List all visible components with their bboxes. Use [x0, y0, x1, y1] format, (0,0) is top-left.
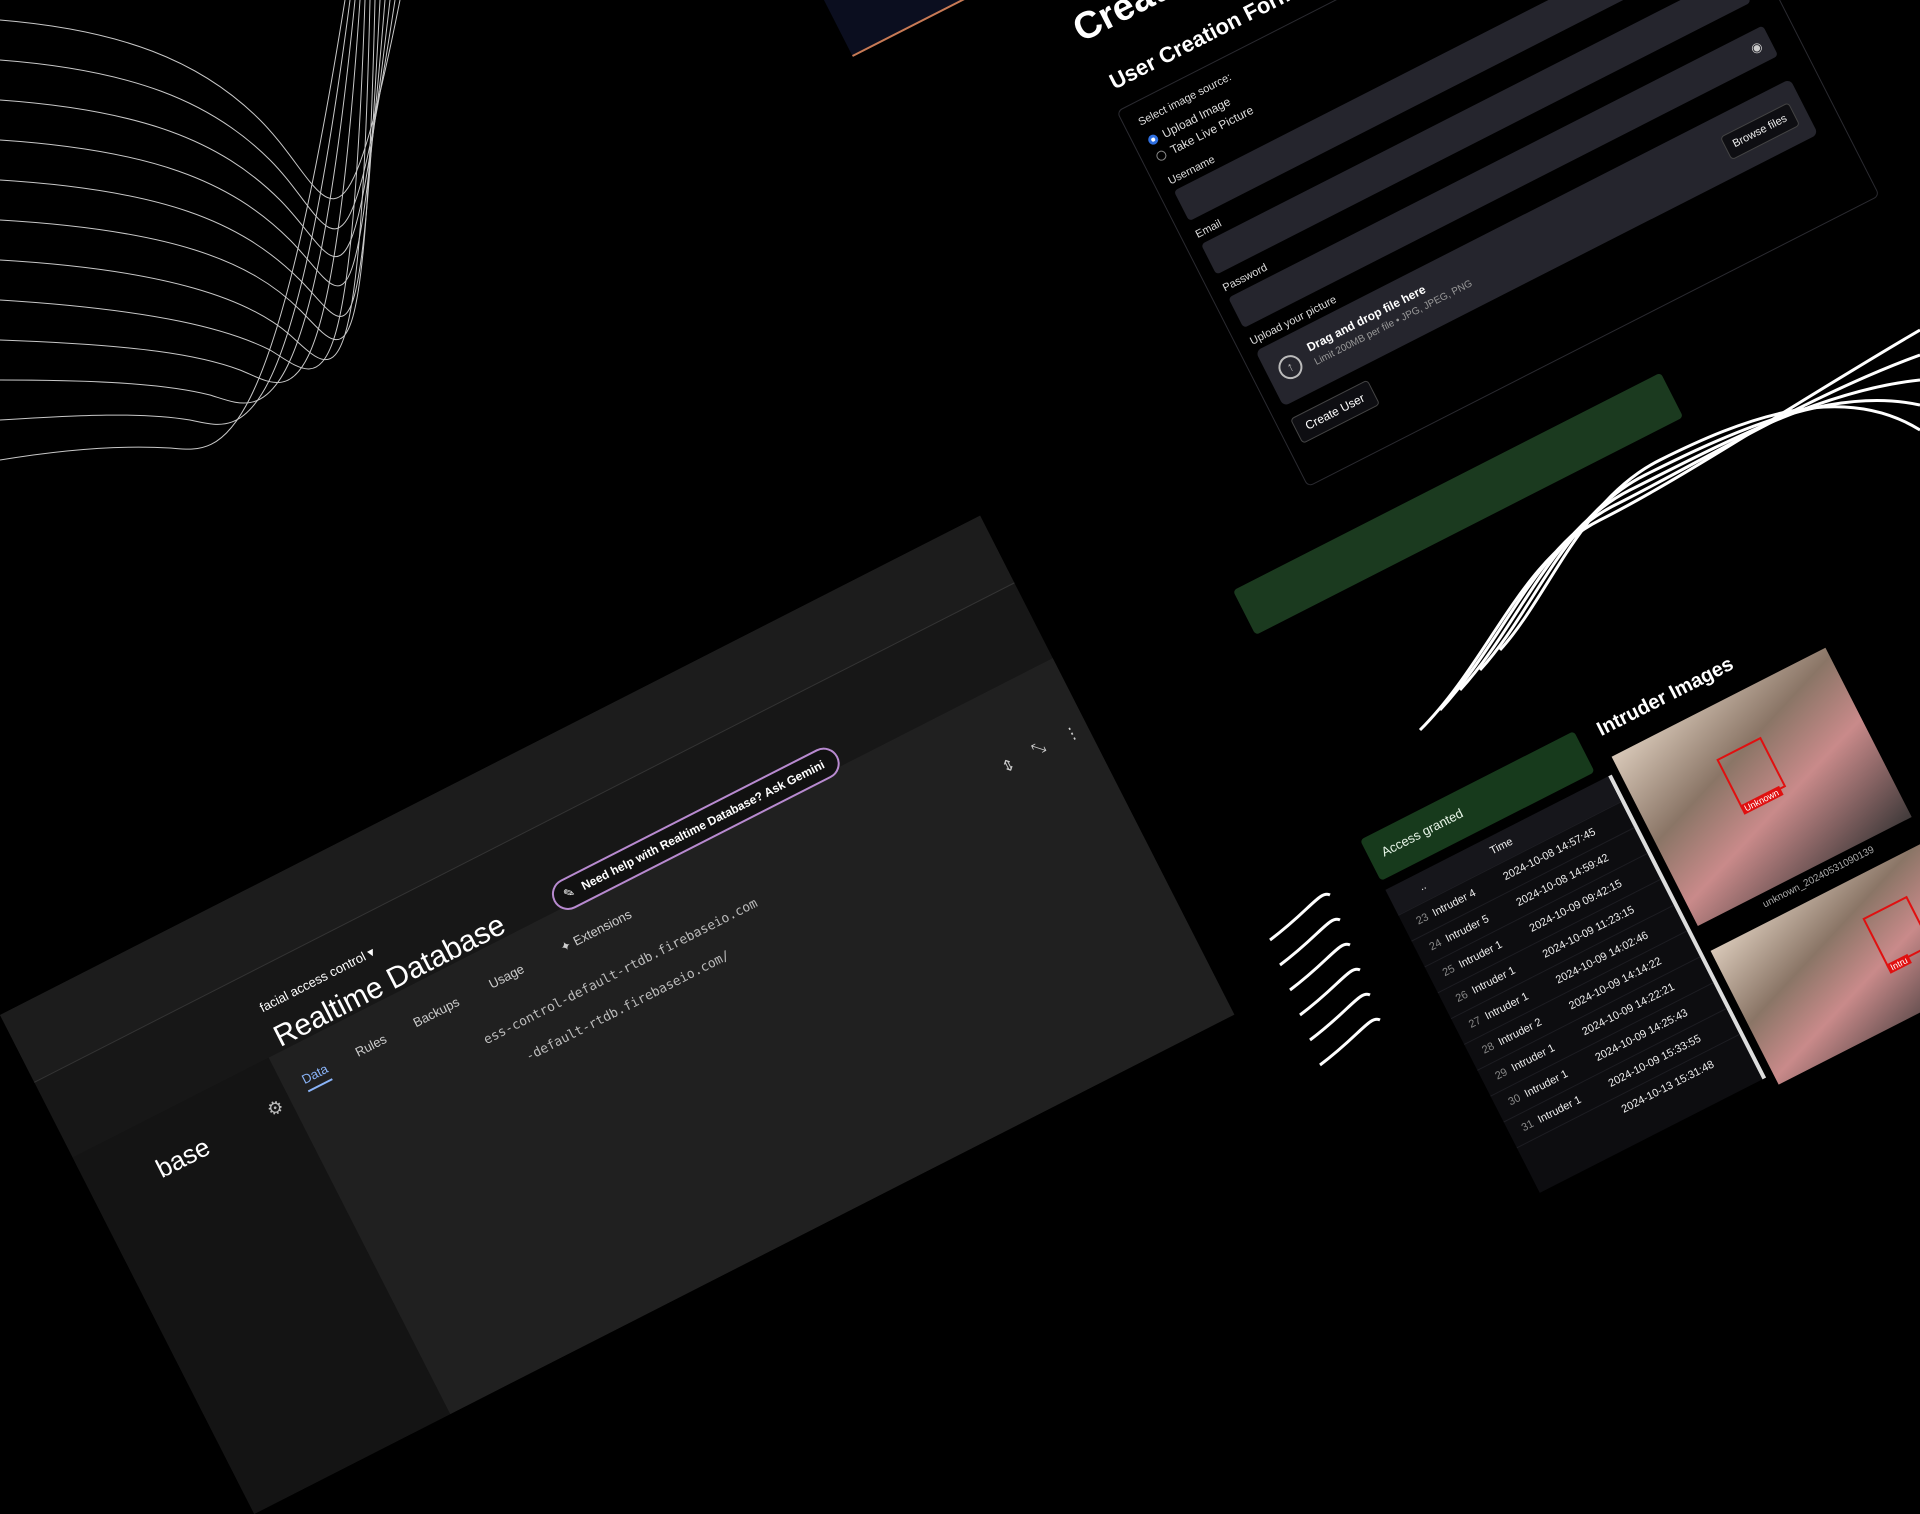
gemini-chat-icon: ✎ [560, 883, 578, 903]
dropzone-hint: Limit 200MB per file • JPG, JPEG, PNG [1312, 278, 1475, 368]
radio-unselected-icon [1154, 148, 1169, 163]
header-index [1392, 888, 1420, 902]
wave-strokes-bottom [1269, 892, 1381, 1067]
radio-selected-icon [1146, 132, 1160, 147]
cloud-upload-icon: ↑ [1274, 350, 1307, 384]
wave-mesh-topleft [0, 0, 401, 461]
eye-icon[interactable]: ◉ [1748, 38, 1765, 57]
row-index [1523, 1146, 1551, 1160]
face-box [1862, 895, 1920, 969]
browse-files-button[interactable]: Browse files [1719, 102, 1801, 161]
